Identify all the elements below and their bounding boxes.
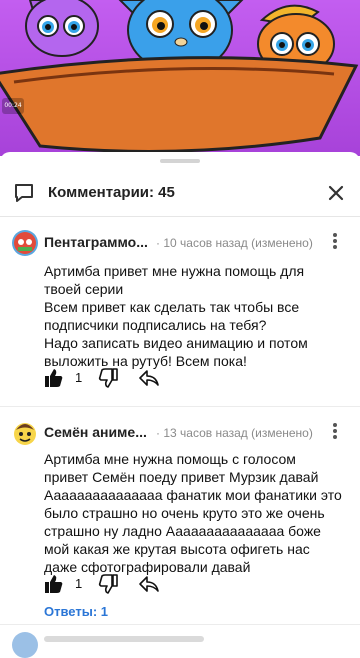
divider [0,624,360,625]
video-player[interactable]: 00:24 [0,0,360,156]
comments-title: Комментарии: 45 [48,184,175,201]
comment-timestamp: · 13 часов назад (изменено) [156,426,313,440]
reply-icon[interactable] [138,368,160,388]
close-icon[interactable] [325,182,347,204]
reply-icon[interactable] [138,574,160,594]
video-timecode: 00:24 [2,98,24,114]
thumbs-down-icon[interactable] [98,368,118,388]
like-count: 1 [75,576,83,591]
comment-line: твоей серии [44,281,124,297]
comment-line: страшно ну ладно Ааааааааааааааа боже [44,523,321,539]
comment-line: мой какая же крутая высота офигеть нас [44,541,310,557]
more-options-icon[interactable] [330,232,340,252]
comment-actions: 1 [44,366,244,390]
comment-line: Надо записать видео анимацию и потом [44,335,308,351]
next-comment-preview [44,636,204,642]
more-options-icon[interactable] [330,422,340,442]
comment-line: Ааааааааааааааа фанатик мои фанатики это [44,487,342,503]
comment-line: Артимба привет мне нужна помощь для [44,263,305,279]
comment-author[interactable]: Семён аниме... [44,424,147,440]
comment-line: подписчики подписались на тебя? [44,317,267,333]
comment-line: Артимба мне нужна помощь с голосом [44,451,296,467]
thumbs-up-icon[interactable] [44,574,64,594]
video-cartoon-scene [0,0,359,153]
drag-handle[interactable] [160,159,200,163]
comments-header: Комментарии: 45 [0,170,360,217]
comment-text: Артимба привет мне нужна помощь для твое… [44,262,344,370]
replies-link[interactable]: Ответы: 1 [44,604,108,619]
comment-line: привет Семён поеду привет Мурзик давай [44,469,319,485]
comment-timestamp: · 10 часов назад (изменено) [156,236,313,250]
comment-icon [15,184,33,202]
comment-line: было страшно но очень круто это же очень [44,505,325,521]
comment-text: Артимба мне нужна помощь с голосом приве… [44,450,344,576]
comment-actions: 1 [44,572,244,596]
thumbs-down-icon[interactable] [98,574,118,594]
thumbs-up-icon[interactable] [44,368,64,388]
avatar[interactable] [12,632,38,658]
like-count: 1 [75,370,83,385]
avatar[interactable] [12,420,38,446]
divider [0,406,360,407]
comment-author[interactable]: Пентаграммо... [44,234,148,250]
comment-line: Всем привет как сделать так чтобы все [44,299,300,315]
avatar[interactable] [12,230,38,256]
